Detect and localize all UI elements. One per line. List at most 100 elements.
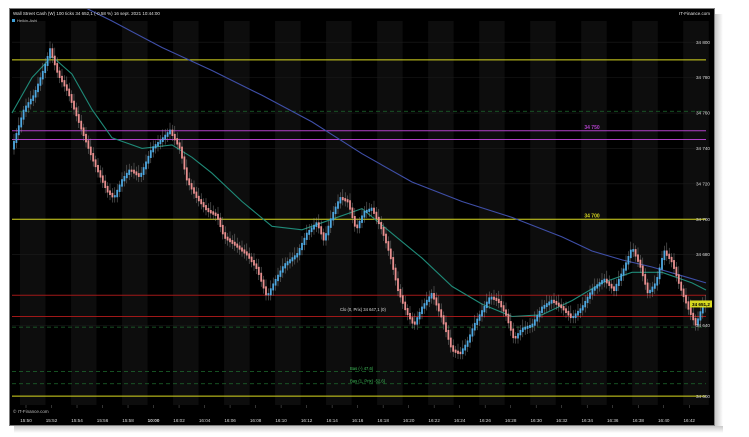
x-tick-label: 16:28 xyxy=(505,418,517,423)
candle-body xyxy=(574,313,577,319)
candle-body xyxy=(80,120,83,130)
candle-body xyxy=(512,328,515,339)
chart-frame: 34 750 34 700 Bas (-) 47,6) Bas (1, Prix) -… xyxy=(9,8,715,426)
x-tick-label: 16:10 xyxy=(275,418,287,423)
candle-body xyxy=(637,254,639,262)
candle-body xyxy=(22,109,25,120)
candle-body xyxy=(123,176,126,182)
candle-body xyxy=(190,183,193,190)
candle-body xyxy=(130,169,133,172)
candle-body xyxy=(646,282,649,294)
candle-body xyxy=(97,164,99,173)
candle-body xyxy=(389,248,392,260)
candle-body xyxy=(543,304,546,309)
candle-body xyxy=(346,199,349,203)
x-tick-label: 15:54 xyxy=(71,418,83,423)
candle-body xyxy=(197,195,200,202)
candle-body xyxy=(495,297,498,301)
y-tick-label: 34 800 xyxy=(696,40,710,45)
candle-body xyxy=(658,267,661,280)
x-tick-label: 15:52 xyxy=(46,418,58,423)
candle-body xyxy=(226,236,229,241)
candle-body xyxy=(200,199,203,205)
candle-body xyxy=(596,284,599,289)
candle-body xyxy=(205,205,207,211)
candle-body xyxy=(58,70,61,78)
candle-body xyxy=(452,345,455,352)
price-chart[interactable]: 34 750 34 700 Bas (-) 47,6) Bas (1, Prix) -… xyxy=(10,9,714,425)
candle-body xyxy=(128,169,131,175)
background-band xyxy=(326,21,352,405)
candle-body xyxy=(557,302,560,307)
candle-body xyxy=(605,278,608,284)
candle-body xyxy=(257,266,260,275)
x-tick-label: 16:20 xyxy=(403,418,415,423)
candle-body xyxy=(603,278,606,283)
x-tick-label: 16:22 xyxy=(428,418,440,423)
candle-body xyxy=(202,202,205,208)
candle-body xyxy=(385,233,387,244)
candle-body xyxy=(668,253,671,260)
candle-body xyxy=(260,272,263,282)
candle-body xyxy=(298,248,301,256)
candle-body xyxy=(608,281,611,286)
candle-body xyxy=(185,167,188,181)
candle-body xyxy=(308,229,311,235)
candle-body xyxy=(56,63,59,73)
candle-body xyxy=(361,215,363,223)
candle-body xyxy=(310,227,313,233)
candle-body xyxy=(265,286,267,296)
candle-body xyxy=(505,309,507,316)
candle-body xyxy=(687,301,690,310)
candle-body xyxy=(291,257,294,262)
candle-body xyxy=(692,312,695,321)
x-tick-label: 16:06 xyxy=(224,418,236,423)
frame-shadow-bottom xyxy=(14,426,723,433)
candle-body xyxy=(13,140,15,150)
candle-body xyxy=(620,273,623,281)
candle-body xyxy=(524,326,527,330)
candle-body xyxy=(644,274,647,285)
candle-body xyxy=(531,323,534,328)
y-tick-label: 34 700 xyxy=(696,217,710,222)
chart-title: Wall Street Cash (W) 100 ticks 34 652,1 … xyxy=(13,11,160,16)
candle-body xyxy=(274,279,277,286)
candle-body xyxy=(121,179,123,187)
candle-body xyxy=(51,48,54,58)
candle-body xyxy=(598,282,601,287)
x-tick-label: 16:08 xyxy=(250,418,262,423)
candle-body xyxy=(250,256,253,263)
candle-body xyxy=(293,255,296,260)
candle-body xyxy=(478,314,481,321)
candle-body xyxy=(634,249,637,257)
candle-body xyxy=(63,80,66,87)
candle-body xyxy=(25,105,27,112)
candle-body xyxy=(586,296,589,304)
candle-body xyxy=(169,129,171,135)
candle-body xyxy=(41,70,44,80)
candle-body xyxy=(34,90,37,98)
candle-body xyxy=(368,208,371,212)
candle-body xyxy=(572,315,575,319)
x-tick-label: 10:00 xyxy=(148,418,160,423)
candle-body xyxy=(656,277,659,286)
x-tick-label: 16:40 xyxy=(658,418,670,423)
candle-body xyxy=(485,301,488,309)
candle-body xyxy=(111,192,114,198)
candle-body xyxy=(481,310,483,317)
candle-body xyxy=(241,247,243,252)
x-tick-label: 16:34 xyxy=(581,418,593,423)
candle-body xyxy=(272,283,275,291)
x-tick-label: 16:26 xyxy=(479,418,491,423)
candle-body xyxy=(32,95,35,101)
x-axis-ticks: 15:50 15:52 15:54 15:56 15:58 10:00 16:02 16:04… xyxy=(20,405,695,423)
background-band xyxy=(122,21,148,405)
candle-body xyxy=(159,139,162,145)
candle-body xyxy=(349,200,351,210)
x-tick-label: 16:42 xyxy=(683,418,695,423)
candle-body xyxy=(622,268,625,276)
candle-body xyxy=(680,281,683,291)
frame-shadow-right xyxy=(715,14,723,430)
candle-body xyxy=(142,167,145,175)
candle-body xyxy=(332,211,335,221)
